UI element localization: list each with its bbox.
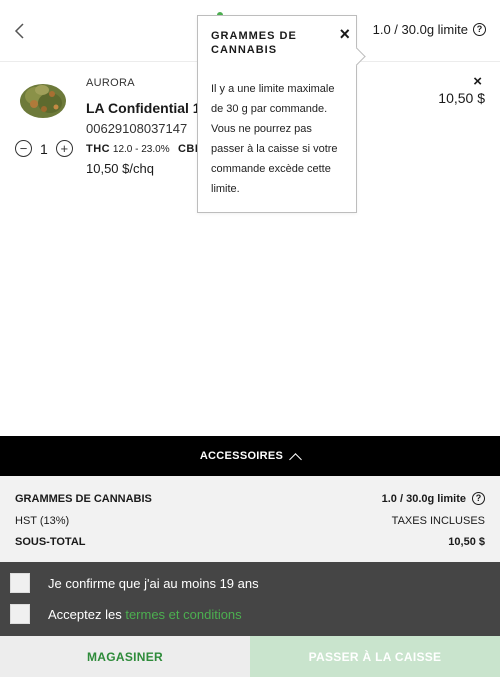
tax-value: TAXES INCLUSES xyxy=(391,515,485,527)
product-name[interactable]: LA Confidential 1g xyxy=(86,100,209,116)
subtotal-label: SOUS-TOTAL xyxy=(15,536,86,548)
help-icon[interactable]: ? xyxy=(472,492,485,505)
checkout-button[interactable]: PASSER À LA CAISSE xyxy=(250,636,500,677)
terms-label: Acceptez les termes et conditions xyxy=(48,607,242,622)
subtotal-value: 10,50 $ xyxy=(448,536,485,548)
close-icon[interactable]: × xyxy=(339,25,350,43)
popover-title: GRAMMES DE CANNABIS xyxy=(211,30,297,56)
age-checkbox[interactable] xyxy=(10,573,30,593)
terms-checkbox[interactable] xyxy=(10,604,30,624)
cannabis-limit-indicator[interactable]: 1.0 / 30.0g limite ? xyxy=(373,22,486,37)
order-summary: GRAMMES DE CANNABIS 1.0 / 30.0g limite ?… xyxy=(0,476,500,562)
thc-label: THC xyxy=(86,143,111,155)
chevron-up-icon xyxy=(289,452,303,466)
age-label: Je confirme que j'ai au moins 19 ans xyxy=(48,575,259,591)
product-potency: THC 12.0 - 23.0% CBD xyxy=(86,143,203,155)
popover-body: Il y a une limite maximale de 30 g par c… xyxy=(211,83,338,195)
shop-button[interactable]: MAGASINER xyxy=(0,636,250,677)
summary-row-cannabis: GRAMMES DE CANNABIS 1.0 / 30.0g limite ? xyxy=(15,492,485,505)
decrease-quantity-button[interactable]: − xyxy=(15,140,32,157)
age-confirmation: Je confirme que j'ai au moins 19 ans xyxy=(10,573,259,593)
terms-prefix: Acceptez les xyxy=(48,606,122,622)
cannabis-value: 1.0 / 30.0g limite xyxy=(381,492,466,505)
product-brand: AURORA xyxy=(86,77,135,89)
product-sku: 00629108037147 xyxy=(86,121,188,136)
cannabis-label: GRAMMES DE CANNABIS xyxy=(15,492,152,505)
help-icon[interactable]: ? xyxy=(473,23,486,36)
quantity-value: 1 xyxy=(40,140,48,157)
accessories-toggle[interactable]: ACCESSOIRES xyxy=(0,436,500,476)
terms-link[interactable]: termes et conditions xyxy=(125,607,241,622)
unit-price: 10,50 $/chq xyxy=(86,161,154,176)
limit-info-popover: GRAMMES DE CANNABIS × Il y a une limite … xyxy=(197,15,357,213)
terms-confirmation: Acceptez les termes et conditions xyxy=(10,604,242,624)
summary-row-subtotal: SOUS-TOTAL 10,50 $ xyxy=(15,536,485,548)
accessories-label: ACCESSOIRES xyxy=(199,450,284,462)
product-image xyxy=(20,84,66,118)
remove-item-icon[interactable]: × xyxy=(473,73,482,90)
quantity-stepper: − 1 + xyxy=(15,140,73,157)
limit-text: 1.0 / 30.0g limite xyxy=(372,22,468,37)
increase-quantity-button[interactable]: + xyxy=(55,140,73,157)
tax-label: HST (13%) xyxy=(15,515,70,527)
checkout-confirmations: Je confirme que j'ai au moins 19 ans Acc… xyxy=(0,562,500,636)
back-arrow-icon[interactable] xyxy=(10,18,30,44)
summary-row-tax: HST (13%) TAXES INCLUSES xyxy=(15,515,485,527)
thc-value: 12.0 - 23.0% xyxy=(112,144,170,155)
line-price: 10,50 $ xyxy=(438,90,485,106)
